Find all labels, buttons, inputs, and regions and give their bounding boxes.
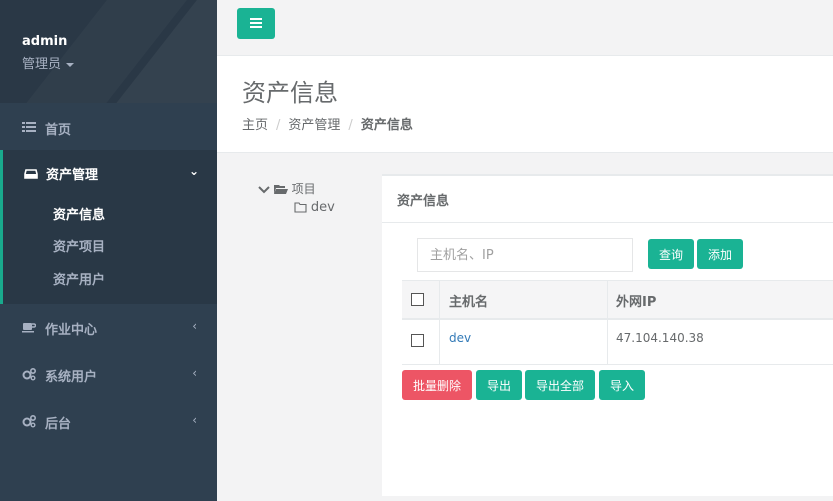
add-button[interactable]: 添加 — [697, 239, 743, 269]
hostname-link[interactable]: dev — [449, 331, 471, 345]
profile-role-label: 管理员 — [22, 57, 62, 72]
top-bar — [217, 0, 833, 56]
search-input[interactable] — [417, 238, 633, 272]
cogs-icon — [22, 415, 36, 428]
coffee-icon — [22, 323, 36, 333]
query-button[interactable]: 查询 — [648, 239, 694, 269]
sidebar-item-job-center[interactable]: 作业中心 ‹ — [0, 304, 217, 350]
sidebar-item-backend[interactable]: 后台 ‹ — [0, 398, 217, 444]
import-button[interactable]: 导入 — [599, 370, 645, 400]
tree-node-label: dev — [310, 200, 335, 215]
breadcrumb-home[interactable]: 主页 — [242, 118, 268, 133]
sidebar-item-label: 系统用户 — [45, 370, 98, 385]
caret-down-icon — [66, 62, 75, 67]
export-button[interactable]: 导出 — [476, 370, 522, 400]
cell-public-ip: 47.104.140.38 — [616, 331, 704, 345]
sidebar-item-label: 后台 — [45, 417, 72, 432]
menu-toggle-button[interactable] — [237, 8, 275, 39]
sidebar-subitem-asset-project[interactable]: 资产项目 — [53, 236, 105, 255]
chevron-left-icon: ‹ — [192, 413, 197, 427]
list-icon — [22, 122, 36, 132]
breadcrumb: 主页 / 资产管理 / 资产信息 — [242, 118, 413, 133]
folder-open-icon — [273, 185, 288, 194]
cell-hostname: dev — [449, 331, 471, 345]
column-header-public-ip[interactable]: 外网IP — [616, 291, 656, 310]
row-checkbox[interactable] — [411, 334, 424, 347]
sidebar-group-asset-management: 资产管理 ⌄ 资产信息 资产项目 资产用户 — [0, 150, 217, 304]
sidebar: admin 管理员 首页 资产管理 ⌄ 资产信息 资产项目 资产用户 作业中心 … — [0, 0, 217, 501]
panel-title: 资产信息 — [397, 194, 450, 209]
profile-role-dropdown[interactable]: 管理员 — [22, 53, 75, 72]
sidebar-subitem-asset-info[interactable]: 资产信息 — [53, 204, 105, 223]
hamburger-icon — [250, 18, 262, 20]
breadcrumb-asset-management[interactable]: 资产管理 — [288, 118, 340, 133]
tree-node-root[interactable]: 项目 — [258, 180, 316, 197]
page-title: 资产信息 — [242, 79, 338, 107]
sidebar-item-label: 作业中心 — [45, 323, 98, 338]
column-header-hostname[interactable]: 主机名 — [449, 291, 488, 310]
table-row: dev 47.104.140.38 — [402, 320, 833, 365]
sidebar-item-label: 资产管理 — [46, 168, 99, 183]
asset-info-panel: 资产信息 查询 添加 主机名 外网IP dev 47.104.140.38 批量… — [382, 174, 833, 496]
export-all-button[interactable]: 导出全部 — [525, 370, 595, 400]
sidebar-item-system-users[interactable]: 系统用户 ‹ — [0, 351, 217, 397]
profile-name: admin — [22, 34, 68, 49]
chevron-down-icon — [258, 185, 270, 193]
page-heading: 资产信息 主页 / 资产管理 / 资产信息 — [217, 56, 833, 153]
tree-node-label: 项目 — [291, 182, 316, 196]
batch-delete-button[interactable]: 批量删除 — [402, 370, 472, 400]
select-all-checkbox[interactable] — [411, 293, 424, 306]
sidebar-item-label: 首页 — [45, 123, 72, 138]
sidebar-item-asset-management[interactable]: 资产管理 ⌄ — [3, 150, 217, 196]
folder-icon — [294, 202, 307, 213]
chevron-left-icon: ‹ — [192, 366, 197, 380]
table-header: 主机名 外网IP — [402, 280, 833, 320]
chevron-left-icon: ‹ — [192, 319, 197, 333]
breadcrumb-current: 资产信息 — [360, 118, 413, 133]
inbox-icon — [24, 169, 38, 179]
cogs-icon — [22, 368, 36, 381]
sidebar-subitem-asset-user[interactable]: 资产用户 — [53, 269, 105, 288]
chevron-down-icon: ⌄ — [188, 164, 199, 178]
profile-header: admin 管理员 — [0, 0, 217, 103]
sidebar-item-home[interactable]: 首页 — [0, 104, 217, 150]
tree-node-dev[interactable]: dev — [294, 200, 335, 215]
